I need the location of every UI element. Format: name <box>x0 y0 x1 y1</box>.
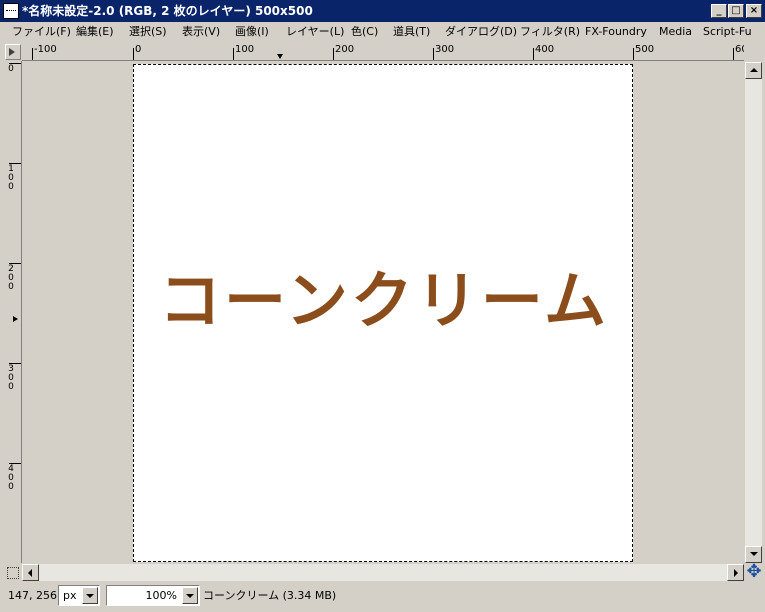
menu-select[interactable]: 選択(S) <box>129 25 167 39</box>
ruler-label: 100 <box>235 44 255 55</box>
scroll-track[interactable] <box>745 79 762 546</box>
ruler-major-tick <box>133 48 134 60</box>
ruler-label: 100 <box>8 164 14 192</box>
menu-colors[interactable]: 色(C) <box>351 25 378 39</box>
ruler-major-tick <box>32 48 33 60</box>
horizontal-scrollbar[interactable] <box>22 564 744 581</box>
image-canvas[interactable]: コーンクリーム <box>133 64 633 562</box>
unit-value: px <box>63 589 77 602</box>
menu-filters[interactable]: フィルタ(R) <box>520 25 580 39</box>
ruler-major-tick <box>633 48 634 60</box>
menu-layer[interactable]: レイヤー(L) <box>286 25 344 39</box>
canvas-text-layer: コーンクリーム <box>158 264 610 337</box>
navigate-icon[interactable]: ✥ <box>745 563 763 581</box>
ruler-label: 0 <box>8 64 14 74</box>
scroll-left-button[interactable] <box>22 564 39 581</box>
zoom-value[interactable]: 100% <box>146 589 177 603</box>
ruler-label: 500 <box>635 44 655 55</box>
horizontal-ruler[interactable]: -100 0 100 200 300 400 500 60 <box>22 44 744 61</box>
chevron-down-icon <box>186 594 194 598</box>
menu-view[interactable]: 表示(V) <box>182 25 220 39</box>
pointer-position-marker <box>277 54 283 59</box>
pointer-coordinates: 147, 256 <box>8 589 57 602</box>
window-menu-icon[interactable] <box>3 3 19 19</box>
quick-mask-menu-button[interactable] <box>5 44 21 60</box>
window-title: *名称未設定-2.0 (RGB, 2 枚のレイヤー) 500x500 <box>22 4 313 18</box>
unit-select[interactable]: px <box>58 585 100 606</box>
ruler-label: 200 <box>8 264 14 292</box>
zoom-dropdown-button[interactable] <box>182 587 198 604</box>
menu-dialogs[interactable]: ダイアログ(D) <box>445 25 517 39</box>
maximize-button[interactable]: □ <box>728 4 744 18</box>
ruler-label: 300 <box>8 364 14 392</box>
arrow-up-icon <box>750 68 758 72</box>
ruler-major-tick <box>733 48 734 60</box>
minimize-button[interactable]: _ <box>711 4 727 18</box>
ruler-major-tick <box>433 48 434 60</box>
scroll-up-button[interactable] <box>745 62 762 79</box>
menu-tools[interactable]: 道具(T) <box>393 25 430 39</box>
menu-file[interactable]: ファイル(F) <box>12 25 71 39</box>
title-bar: *名称未設定-2.0 (RGB, 2 枚のレイヤー) 500x500 _ □ × <box>0 0 765 22</box>
arrow-left-icon <box>28 569 32 577</box>
menu-image[interactable]: 画像(I) <box>235 25 269 39</box>
menu-edit[interactable]: 編集(E) <box>76 25 114 39</box>
zoom-select[interactable]: 100% <box>106 585 200 606</box>
ruler-major-tick <box>333 48 334 60</box>
close-button[interactable]: × <box>746 4 762 18</box>
ruler-label: 60 <box>735 44 744 55</box>
ruler-label: 0 <box>135 44 142 55</box>
ruler-label: 400 <box>8 464 14 492</box>
status-message: コーンクリーム (3.34 MB) <box>203 589 337 602</box>
menu-bar: ファイル(F) 編集(E) 選択(S) 表示(V) 画像(I) レイヤー(L) … <box>0 22 765 42</box>
unit-dropdown-button[interactable] <box>82 587 98 604</box>
ruler-label: 200 <box>335 44 355 55</box>
ruler-label: 300 <box>435 44 455 55</box>
quick-mask-toggle[interactable] <box>5 565 21 581</box>
vertical-scrollbar[interactable] <box>745 62 762 563</box>
menu-media[interactable]: Media <box>659 25 692 39</box>
scroll-right-button[interactable] <box>727 564 744 581</box>
menu-script-fu[interactable]: Script-Fu <box>703 25 752 39</box>
ruler-label: -100 <box>34 44 57 55</box>
chevron-down-icon <box>86 594 94 598</box>
ruler-label: 400 <box>535 44 555 55</box>
pointer-position-marker <box>13 316 18 322</box>
triangle-right-icon <box>9 48 15 56</box>
vertical-ruler[interactable]: 0 100 200 300 400 <box>5 61 22 563</box>
ruler-major-tick <box>533 48 534 60</box>
menu-fx-foundry[interactable]: FX-Foundry <box>585 25 647 39</box>
arrow-right-icon <box>734 569 738 577</box>
arrow-down-icon <box>750 552 758 556</box>
ruler-major-tick <box>233 48 234 60</box>
